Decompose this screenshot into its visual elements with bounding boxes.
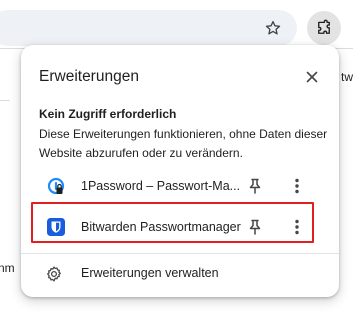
- extensions-puzzle-icon[interactable]: [307, 11, 341, 45]
- manage-extensions-label: Erweiterungen verwalten: [81, 266, 219, 280]
- 1password-icon: [47, 177, 65, 195]
- manage-extensions-button[interactable]: Erweiterungen verwalten: [21, 257, 339, 291]
- popup-divider: [21, 253, 339, 254]
- background-divider: [0, 100, 10, 101]
- background-text-fragment: tw: [341, 70, 353, 84]
- section-description: Diese Erweiterungen funktionieren, ohne …: [39, 127, 328, 160]
- extension-name: 1Password – Passwort-Ma...: [81, 179, 241, 193]
- pin-icon[interactable]: [245, 176, 265, 196]
- highlight-box: [31, 202, 314, 243]
- close-icon[interactable]: [301, 66, 323, 88]
- popup-title: Erweiterungen: [39, 68, 139, 85]
- extensions-popup: Erweiterungen Kein Zugriff erforderlich …: [21, 45, 339, 297]
- gear-icon: [45, 265, 63, 283]
- browser-toolbar: [0, 0, 353, 48]
- background-text-fragment: nm: [0, 261, 15, 275]
- extension-item-1password[interactable]: 1Password – Passwort-Ma...: [21, 168, 339, 204]
- bookmark-star-icon[interactable]: [262, 17, 284, 39]
- more-vert-icon[interactable]: [287, 176, 307, 196]
- section-heading: Kein Zugriff erforderlich: [39, 107, 177, 121]
- address-bar[interactable]: [0, 10, 297, 46]
